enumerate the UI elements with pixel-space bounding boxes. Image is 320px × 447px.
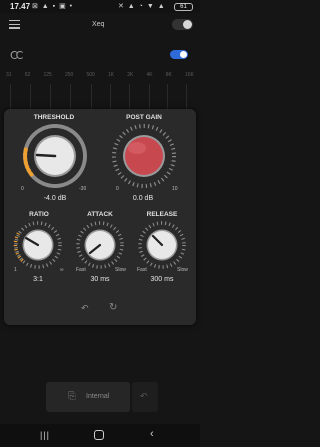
release-value: 300 ms	[150, 276, 174, 283]
ratio-knob[interactable]	[10, 219, 66, 271]
status-time: 17.47	[10, 2, 31, 11]
reset-icon[interactable]: ↻	[109, 302, 117, 313]
post-gain-max: 10	[172, 186, 178, 192]
recent-apps-icon[interactable]: |||	[40, 430, 50, 440]
attack-label: ATTACK	[87, 211, 113, 218]
app-title: Xeq	[92, 21, 105, 28]
threshold-label: THRESHOLD	[33, 114, 75, 121]
release-knob[interactable]	[134, 219, 190, 271]
ratio-min: 1	[14, 267, 17, 273]
threshold-knob[interactable]	[17, 121, 93, 193]
ratio-max: ∞	[60, 267, 64, 273]
threshold-max: -30	[79, 186, 87, 192]
eq-band-line[interactable]	[129, 84, 130, 112]
frequency-labels: 31 62 125 250 500 1K 2K 4K 8K 16K	[6, 72, 194, 82]
post-gain-min: 0	[116, 186, 119, 192]
eq-band-line[interactable]	[70, 84, 71, 112]
eq-band-line[interactable]	[186, 84, 187, 112]
freq-label: 16K	[185, 72, 194, 78]
eq-band-line[interactable]	[167, 84, 168, 112]
eq-band-line[interactable]	[50, 84, 51, 112]
eq-band-line[interactable]	[110, 84, 111, 112]
attack-value: 30 ms	[90, 276, 110, 283]
battery-icon: 61	[174, 3, 193, 11]
attack-max: Slow	[115, 267, 126, 273]
ratio-label: RATIO	[29, 211, 49, 218]
undo-icon: ↶	[140, 391, 148, 401]
back-icon[interactable]: ‹	[150, 428, 154, 440]
freq-label: 250	[64, 72, 74, 78]
dual-c-logo-icon: ⅭⅭ	[10, 50, 23, 62]
post-gain-value: 0.0 dB	[132, 195, 154, 202]
home-icon[interactable]	[94, 430, 104, 440]
release-min: Fast	[137, 267, 147, 273]
freq-label: 31	[6, 72, 12, 78]
post-gain-label: POST GAIN	[126, 114, 162, 121]
freq-label: 4K	[146, 72, 153, 78]
system-icons: ✕ ▲ ◔ ▼ ▲	[118, 3, 166, 10]
freq-label: 125	[43, 72, 52, 78]
freq-label: 62	[24, 72, 31, 78]
menu-icon[interactable]	[9, 20, 20, 29]
ratio-value: 3:1	[33, 276, 43, 283]
eq-enable-toggle[interactable]	[170, 50, 188, 59]
attack-knob[interactable]	[72, 219, 128, 271]
header-toggle[interactable]	[172, 19, 193, 30]
freq-label: 1K	[107, 72, 115, 78]
eq-band-line[interactable]	[10, 84, 11, 112]
release-max: Slow	[177, 267, 188, 273]
device-icon: ⎘	[68, 391, 76, 402]
freq-label: 8K	[165, 72, 172, 78]
undo-icon[interactable]: ↶	[81, 303, 89, 314]
freq-label: 2K	[127, 72, 134, 78]
internal-label: Internal	[86, 393, 110, 400]
eq-band-line[interactable]	[30, 84, 31, 112]
eq-band-line[interactable]	[91, 84, 92, 112]
threshold-value: -4.0 dB	[43, 195, 67, 202]
freq-label: 500	[86, 72, 95, 78]
release-label: RELEASE	[146, 211, 178, 218]
post-gain-knob[interactable]	[106, 121, 182, 193]
attack-min: Fast	[76, 267, 86, 273]
notification-icons: ⊠ ▲ ▪ ▣ •	[32, 3, 74, 10]
eq-band-line[interactable]	[149, 84, 150, 112]
threshold-min: 0	[21, 186, 24, 192]
